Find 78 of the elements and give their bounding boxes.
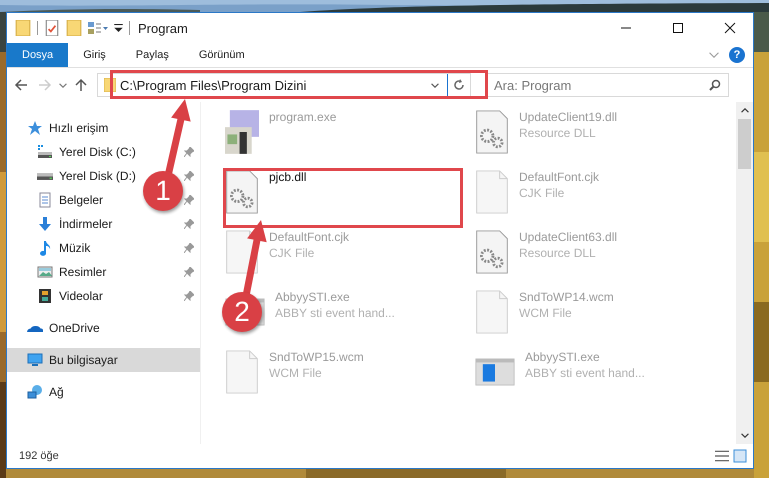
maximize-icon (672, 22, 684, 34)
file-type: Resource DLL (519, 126, 597, 140)
address-field[interactable]: C:\Program Files\Program Dizini (97, 73, 471, 97)
file-icon (225, 350, 259, 394)
drive-icon (37, 172, 53, 180)
network-icon (27, 384, 43, 400)
download-arrow-icon (37, 216, 53, 232)
large-icons-view-icon[interactable] (733, 449, 747, 463)
sidebar-item[interactable]: Müzik (37, 238, 90, 258)
sidebar-item[interactable]: Belgeler (37, 190, 104, 210)
pin-icon[interactable] (184, 291, 194, 301)
down-caret-icon (740, 433, 748, 438)
file-icon (475, 290, 509, 334)
computer-icon (27, 352, 43, 368)
sidebar-item[interactable]: Ağ (7, 380, 200, 404)
sidebar-item[interactable]: Yerel Disk (C:) (37, 142, 136, 162)
search-field[interactable]: Ara: Program (485, 73, 729, 97)
pin-icon[interactable] (184, 147, 194, 157)
up-arrow-icon (74, 78, 88, 92)
sidebar-item[interactable]: Bu bilgisayar (7, 348, 200, 372)
ribbon-tab[interactable]: Paylaş (120, 43, 184, 67)
ribbon-tab[interactable]: Dosya (7, 43, 68, 67)
refresh-icon (453, 79, 465, 91)
file-type: Resource DLL (519, 246, 597, 260)
dropdown-icon[interactable] (431, 82, 439, 88)
pin-icon[interactable] (184, 243, 194, 253)
window-icon (475, 358, 515, 386)
gears-file-icon (475, 110, 509, 154)
minimize-icon (620, 27, 632, 29)
file-type: ABBY sti event hand... (525, 366, 645, 380)
pin-icon[interactable] (184, 267, 194, 277)
file-type: WCM File (519, 306, 573, 320)
file-name[interactable]: pjcb.dll (269, 170, 306, 184)
customize-toolbar-icon[interactable] (114, 24, 123, 32)
pin-icon[interactable] (184, 195, 194, 205)
forward-arrow-icon (38, 78, 52, 92)
folder-icon[interactable] (15, 20, 31, 36)
file-type: ABBY sti event hand... (275, 306, 395, 320)
star-icon (27, 120, 43, 136)
gears-file-icon (475, 230, 509, 274)
drive-icon (37, 144, 53, 160)
close-icon (724, 22, 736, 34)
gears-file-icon (225, 170, 259, 214)
application-icon (225, 110, 259, 154)
music-note-icon (37, 240, 53, 256)
sidebar-item[interactable]: Hızlı erişim (7, 116, 200, 140)
help-button[interactable]: ? (729, 47, 745, 63)
picture-icon (37, 264, 53, 280)
film-icon (37, 288, 53, 304)
sidebar-item[interactable]: Resimler (37, 262, 106, 282)
document-icon (37, 192, 53, 208)
properties-icon[interactable] (88, 20, 108, 36)
chevron-icon[interactable] (709, 52, 719, 58)
sidebar-item[interactable]: Yerel Disk (D:) (37, 166, 136, 186)
window-title: Program (138, 20, 188, 36)
cloud-icon (27, 324, 43, 332)
sidebar-item[interactable]: İndirmeler (37, 214, 112, 234)
folder-icon[interactable] (66, 20, 82, 36)
details-view-icon[interactable] (715, 449, 729, 463)
scroll-thumb[interactable] (738, 119, 751, 169)
scrollbar[interactable] (736, 102, 753, 444)
checklist-icon[interactable] (44, 20, 60, 36)
sidebar-item[interactable]: OneDrive (7, 316, 200, 340)
file-type: CJK File (519, 186, 566, 200)
file-type: WCM File (269, 366, 323, 380)
item-count: 192 öğe (19, 450, 59, 462)
pin-icon[interactable] (184, 219, 194, 229)
ribbon-tab[interactable]: Görünüm (184, 43, 260, 67)
pin-icon[interactable] (184, 171, 194, 181)
ribbon-tab[interactable]: Giriş (68, 43, 121, 67)
sidebar-item[interactable]: Videolar (37, 286, 103, 306)
up-caret-icon (740, 108, 748, 113)
address-path: C:\Program Files\Program Dizini (119, 78, 308, 92)
search-icon (709, 79, 721, 91)
chevron-icon[interactable] (59, 82, 67, 88)
file-type: CJK File (269, 246, 316, 260)
file-icon (475, 170, 509, 214)
back-arrow-icon (14, 78, 28, 92)
